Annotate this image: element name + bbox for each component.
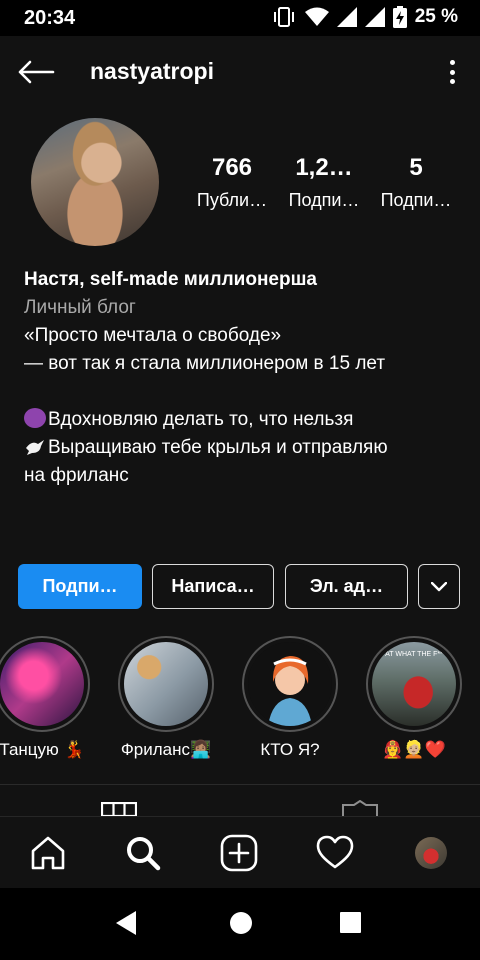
stat-posts-value: 766	[211, 154, 253, 181]
add-post-icon	[220, 834, 258, 872]
highlight-cover-text: AT WHAT THE F**	[385, 651, 443, 658]
email-button[interactable]: Эл. ад…	[285, 564, 408, 609]
profile-avatar-small	[415, 837, 447, 869]
bio-line: — вот так я стала миллионером в 15 лет	[24, 353, 386, 374]
stat-following[interactable]: 5 Подпи…	[370, 154, 462, 211]
bio-line: Выращиваю тебе крылья и отправляю	[24, 434, 464, 462]
status-icons: 25 %	[271, 6, 458, 28]
profile-avatar[interactable]	[31, 118, 159, 246]
profile-bio: Настя, self-made миллионерша Личный блог…	[24, 266, 464, 490]
bio-line: Вдохновляю делать то, что нельзя	[24, 406, 464, 434]
story-highlight[interactable]: КТО Я?	[240, 636, 340, 760]
signal-icon	[364, 7, 385, 27]
highlight-label: Фриланс👩🏽‍💻	[120, 740, 212, 759]
highlight-label: КТО Я?	[260, 740, 320, 759]
system-home-icon[interactable]	[230, 912, 252, 934]
highlight-label: Танцую 💃	[0, 740, 85, 759]
nav-profile[interactable]	[409, 831, 453, 875]
bio-line: «Просто мечтала о свободе»	[24, 325, 282, 346]
bio-line: на фриланс	[24, 465, 129, 486]
nav-new-post[interactable]	[217, 831, 261, 875]
status-time: 20:34	[24, 7, 76, 29]
tagged-tab-icon[interactable]	[341, 800, 379, 816]
search-icon	[127, 837, 161, 871]
heart-icon	[316, 835, 354, 869]
wifi-icon	[304, 7, 329, 26]
bio-category: Личный блог	[24, 297, 136, 318]
signal-icon	[336, 7, 357, 27]
stat-followers-label: Подпи…	[288, 190, 360, 210]
stat-posts-label: Публи…	[196, 190, 268, 210]
message-button[interactable]: Написа…	[152, 564, 274, 609]
suggested-dropdown-button[interactable]	[418, 564, 460, 609]
grid-tab-icon[interactable]	[101, 802, 137, 816]
back-arrow-icon	[18, 60, 55, 84]
stat-followers-value: 1,2…	[295, 154, 353, 181]
profile-header: nastyatropi	[0, 36, 480, 108]
nav-activity[interactable]	[313, 831, 357, 875]
nav-search[interactable]	[121, 831, 165, 875]
system-back-icon[interactable]	[114, 910, 138, 936]
highlight-label: 👩‍🚒👱🏼❤️	[382, 740, 446, 759]
status-bar: 20:34 25 %	[0, 0, 480, 36]
system-navigation-bar	[0, 888, 480, 960]
bottom-navigation	[0, 816, 480, 888]
highlight-cover: AT WHAT THE F**	[372, 642, 456, 726]
stat-followers[interactable]: 1,2… Подпи…	[278, 154, 370, 211]
nav-home[interactable]	[26, 831, 70, 875]
stat-posts[interactable]: 766 Публи…	[186, 154, 278, 211]
stat-following-label: Подпи…	[380, 190, 452, 210]
tab-divider	[0, 784, 480, 785]
highlight-cover	[248, 642, 332, 726]
story-highlight[interactable]: AT WHAT THE F** 👩‍🚒👱🏼❤️	[364, 636, 464, 760]
profile-screen: nastyatropi 766 Публи… 1,2… Подпи… 5 Под…	[0, 36, 480, 888]
highlight-cover	[0, 642, 84, 726]
battery-percent: 25 %	[414, 6, 458, 27]
bio-name: Настя, self-made миллионерша	[24, 269, 317, 290]
system-recents-icon[interactable]	[340, 912, 361, 933]
back-button[interactable]	[14, 54, 58, 90]
more-options-button[interactable]	[442, 56, 462, 88]
more-vertical-icon	[449, 60, 455, 65]
vibrate-icon	[273, 7, 294, 27]
profile-username: nastyatropi	[90, 58, 214, 84]
home-icon	[31, 836, 65, 870]
chevron-down-icon	[431, 581, 447, 591]
story-highlight[interactable]: Танцую 💃	[0, 636, 92, 760]
stat-following-value: 5	[409, 154, 423, 181]
follow-button[interactable]: Подпи…	[18, 564, 142, 609]
battery-charging-icon	[392, 6, 407, 28]
story-highlight[interactable]: Фриланс👩🏽‍💻	[116, 636, 216, 760]
dove-emoji-icon	[26, 440, 44, 455]
highlight-cover	[124, 642, 208, 726]
devil-emoji-icon	[24, 408, 46, 428]
